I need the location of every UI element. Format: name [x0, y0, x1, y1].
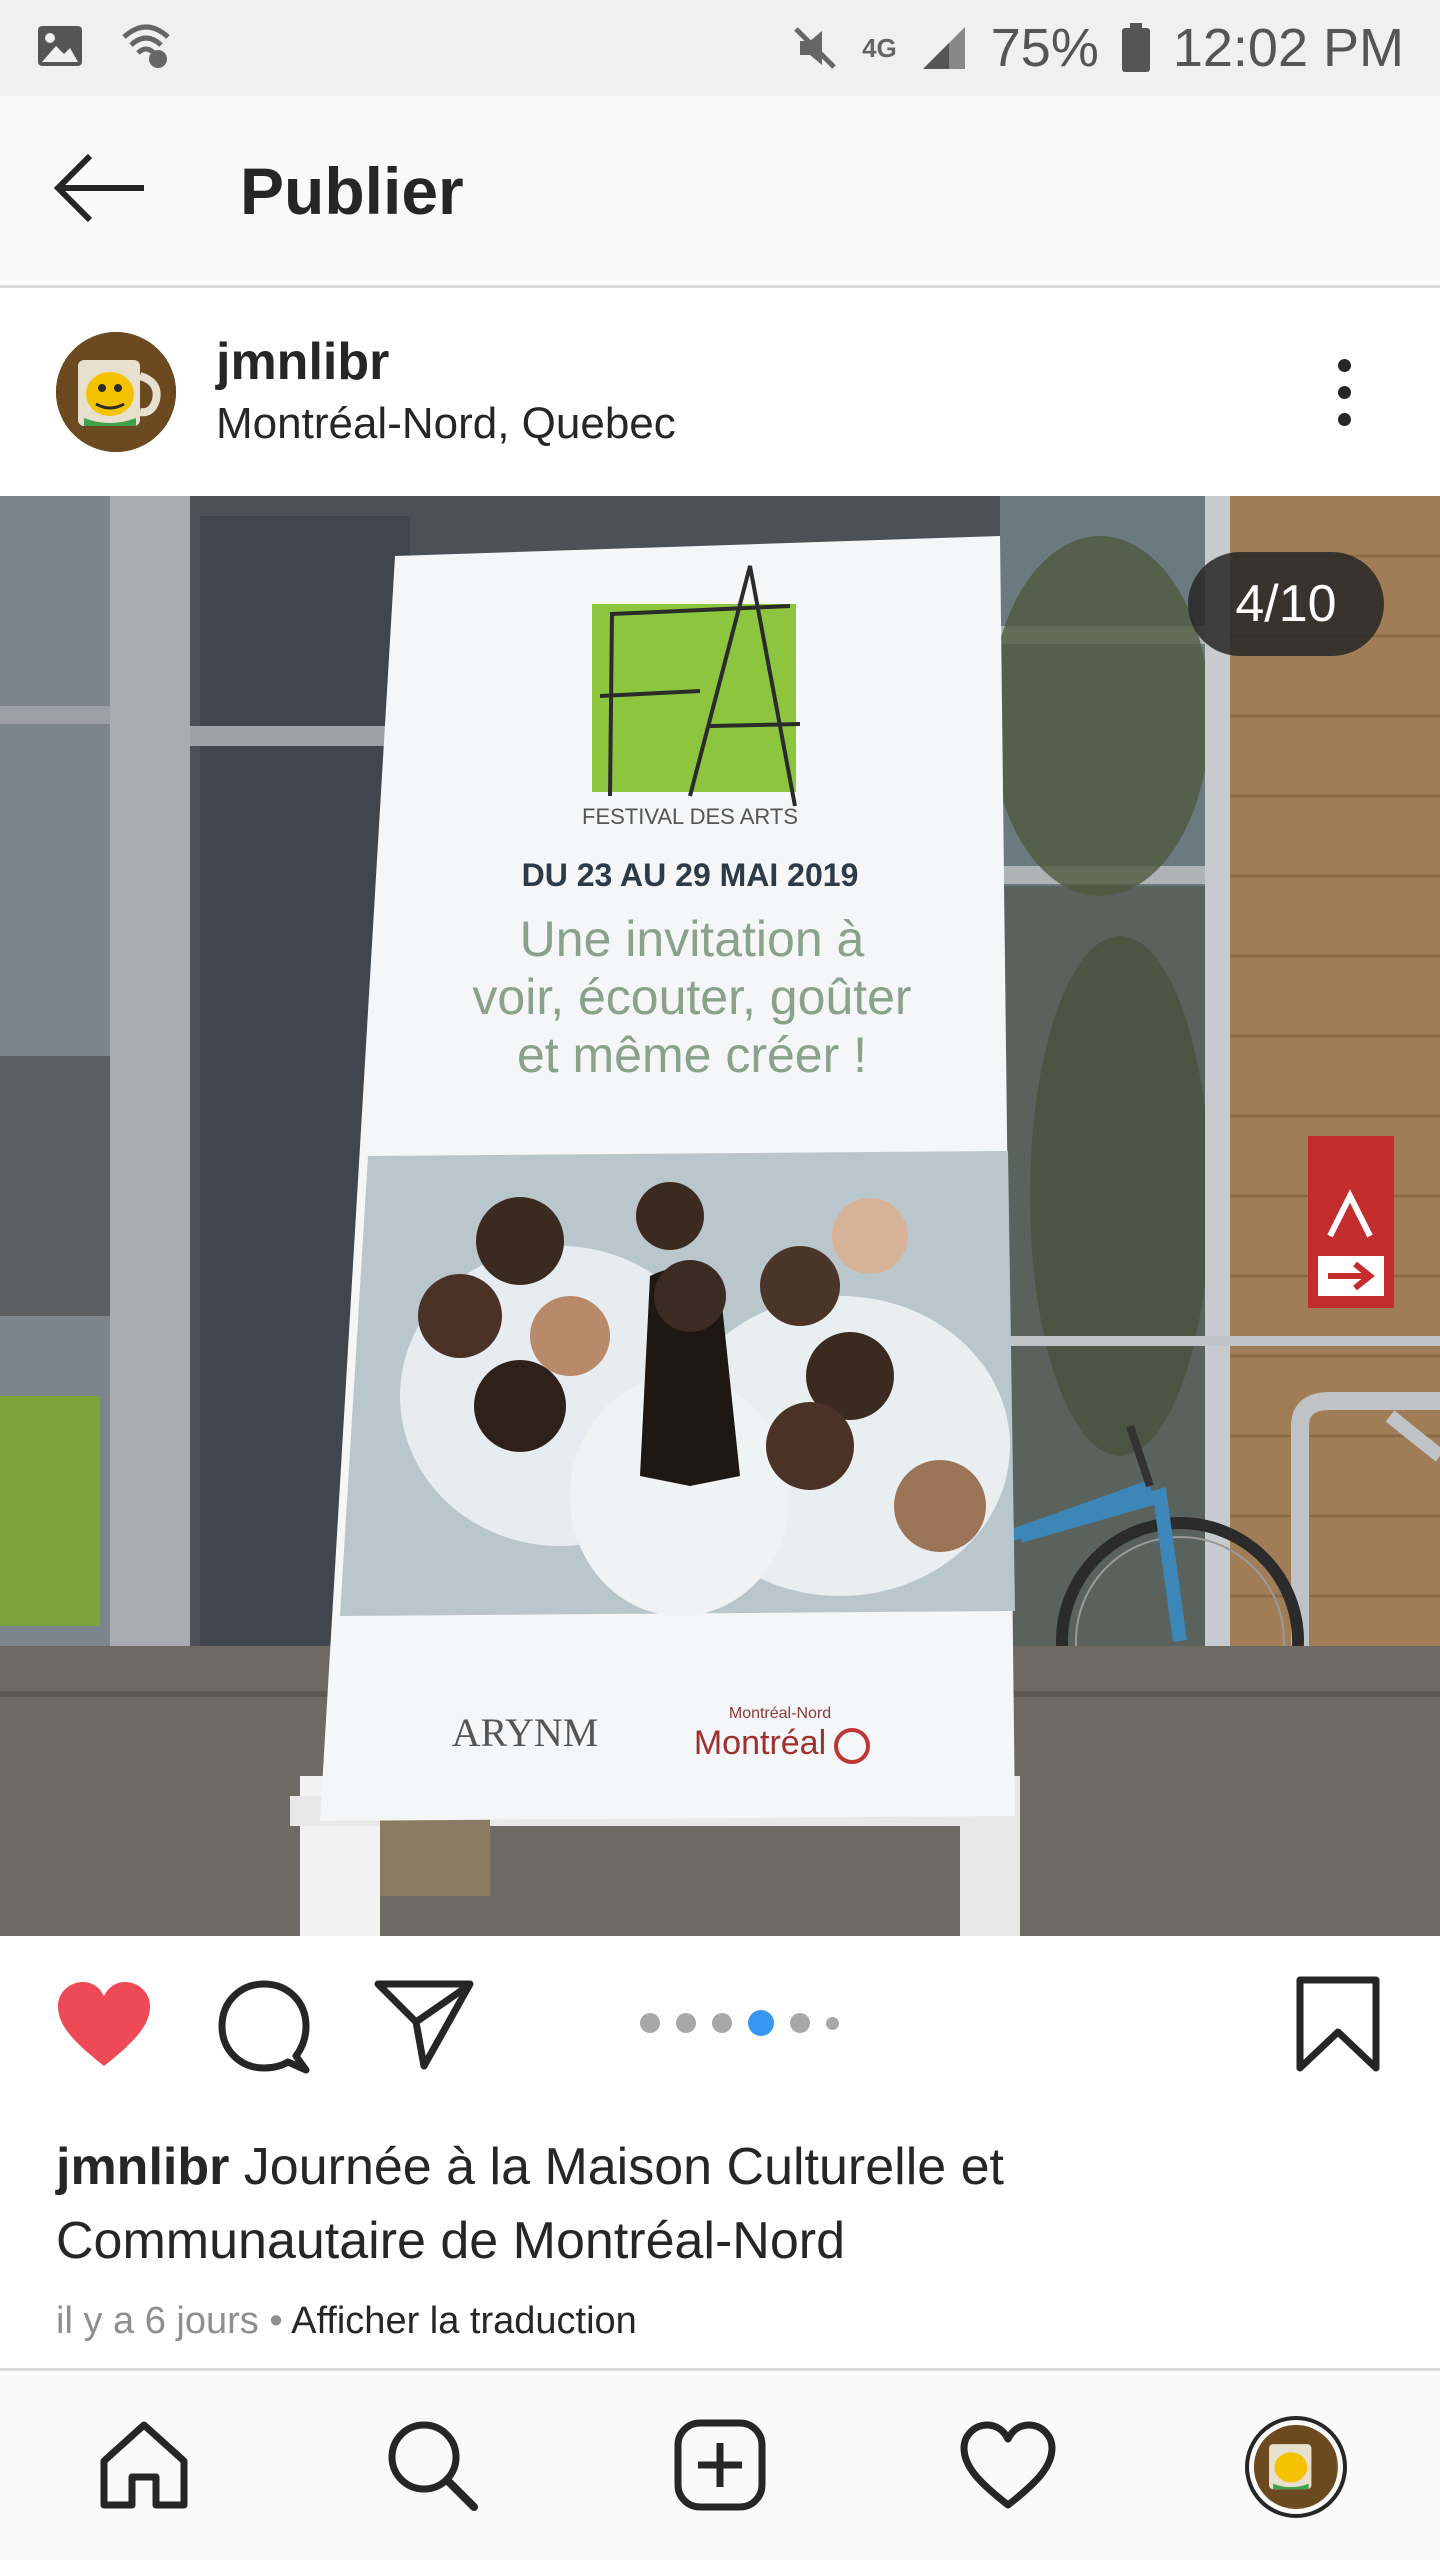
- bottom-navigation: [0, 2368, 1440, 2560]
- meta-separator: •: [269, 2300, 283, 2342]
- poster-sponsor-2: Montréal: [694, 1724, 826, 1762]
- post-header: jmnlibr Montréal-Nord, Quebec: [0, 288, 1440, 496]
- carousel-dot: [790, 2013, 810, 2033]
- carousel-dot-active: [748, 2010, 774, 2036]
- wifi-icon: [120, 23, 172, 74]
- more-dot: [1337, 385, 1351, 399]
- post-time: il y a 6 jours: [56, 2300, 259, 2342]
- carousel-dot: [676, 2013, 696, 2033]
- poster-dates: DU 23 AU 29 MAI 2019: [522, 857, 859, 893]
- nav-activity[interactable]: [956, 2415, 1060, 2519]
- clock: 12:02 PM: [1172, 18, 1404, 78]
- post-username[interactable]: jmnlibr: [216, 330, 676, 394]
- carousel-dot: [826, 2016, 839, 2030]
- back-button[interactable]: [0, 95, 200, 287]
- nav-add-post[interactable]: [668, 2415, 772, 2519]
- status-bar: 4G 75% 12:02 PM: [0, 0, 1440, 96]
- poster-sponsor-1: ARYNM: [452, 1710, 599, 1755]
- network-type-label: 4G: [862, 32, 897, 63]
- carousel-dot: [712, 2013, 732, 2033]
- post-caption: jmnlibr Journée à la Maison Culturelle e…: [56, 2130, 1386, 2278]
- mute-icon: [790, 23, 840, 73]
- carousel-dot: [640, 2013, 660, 2033]
- post-meta: il y a 6 jours • Afficher la traduction: [56, 2300, 637, 2343]
- profile-avatar: [1245, 2416, 1347, 2518]
- bookmark-icon[interactable]: [1294, 1976, 1382, 2077]
- page-title: Publier: [240, 153, 464, 228]
- poster-festival-name: FESTIVAL DES ARTS: [582, 804, 798, 829]
- heart-outline-icon: [958, 2419, 1058, 2516]
- more-vertical-icon: [1337, 358, 1351, 372]
- image-counter: 4/10: [1188, 552, 1384, 656]
- carousel-indicator: [640, 2010, 839, 2036]
- nav-home[interactable]: [92, 2415, 196, 2519]
- home-icon: [96, 2417, 192, 2518]
- post-location[interactable]: Montréal-Nord, Quebec: [216, 394, 676, 454]
- search-icon: [384, 2417, 480, 2518]
- post-photo[interactable]: FESTIVAL DES ARTS DU 23 AU 29 MAI 2019 U…: [0, 496, 1440, 1936]
- comment-icon[interactable]: [216, 1978, 312, 2079]
- more-options-button[interactable]: [1304, 332, 1384, 452]
- heart-filled-icon[interactable]: [54, 1978, 154, 2075]
- avatar[interactable]: [56, 332, 176, 452]
- poster-tagline-2: voir, écouter, goûter: [472, 969, 911, 1025]
- more-dot: [1337, 412, 1351, 426]
- signal-icon: [919, 25, 969, 71]
- send-icon[interactable]: [374, 1978, 474, 2075]
- add-post-icon: [672, 2417, 768, 2518]
- nav-profile[interactable]: [1244, 2415, 1348, 2519]
- photo-illustration: FESTIVAL DES ARTS DU 23 AU 29 MAI 2019 U…: [0, 496, 1440, 1936]
- nav-search[interactable]: [380, 2415, 484, 2519]
- gallery-notification-icon: [36, 24, 84, 73]
- poster-tagline-3: et même créer !: [517, 1027, 867, 1083]
- battery-icon: [1121, 23, 1151, 73]
- battery-percent: 75%: [990, 18, 1099, 78]
- poster-tagline-1: Une invitation à: [520, 911, 865, 967]
- caption-username[interactable]: jmnlibr: [56, 2138, 229, 2196]
- poster-sponsor-2-small: Montréal-Nord: [729, 1705, 831, 1722]
- arrow-left-icon: [52, 152, 148, 229]
- app-bar: Publier: [0, 96, 1440, 288]
- translate-link[interactable]: Afficher la traduction: [291, 2300, 637, 2342]
